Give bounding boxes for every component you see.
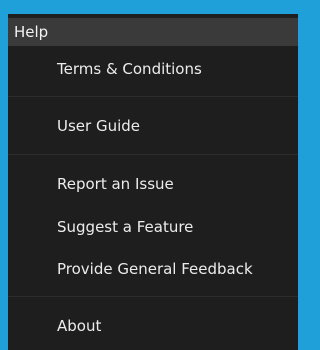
menu-item-report-issue[interactable]: Report an Issue — [8, 167, 298, 201]
help-menu-dropdown: Terms & Conditions User Guide Report an … — [8, 46, 298, 350]
menu-separator — [8, 154, 298, 155]
help-menu-title[interactable]: Help — [8, 18, 298, 46]
help-menu-window: Help Terms & Conditions User Guide Repor… — [8, 14, 298, 350]
menu-separator — [8, 296, 298, 297]
menu-separator — [8, 96, 298, 97]
menu-item-about[interactable]: About — [8, 309, 298, 343]
menu-item-terms-and-conditions[interactable]: Terms & Conditions — [8, 52, 298, 86]
menu-item-general-feedback[interactable]: Provide General Feedback — [8, 252, 298, 286]
menu-item-suggest-feature[interactable]: Suggest a Feature — [8, 210, 298, 244]
menu-item-user-guide[interactable]: User Guide — [8, 109, 298, 143]
